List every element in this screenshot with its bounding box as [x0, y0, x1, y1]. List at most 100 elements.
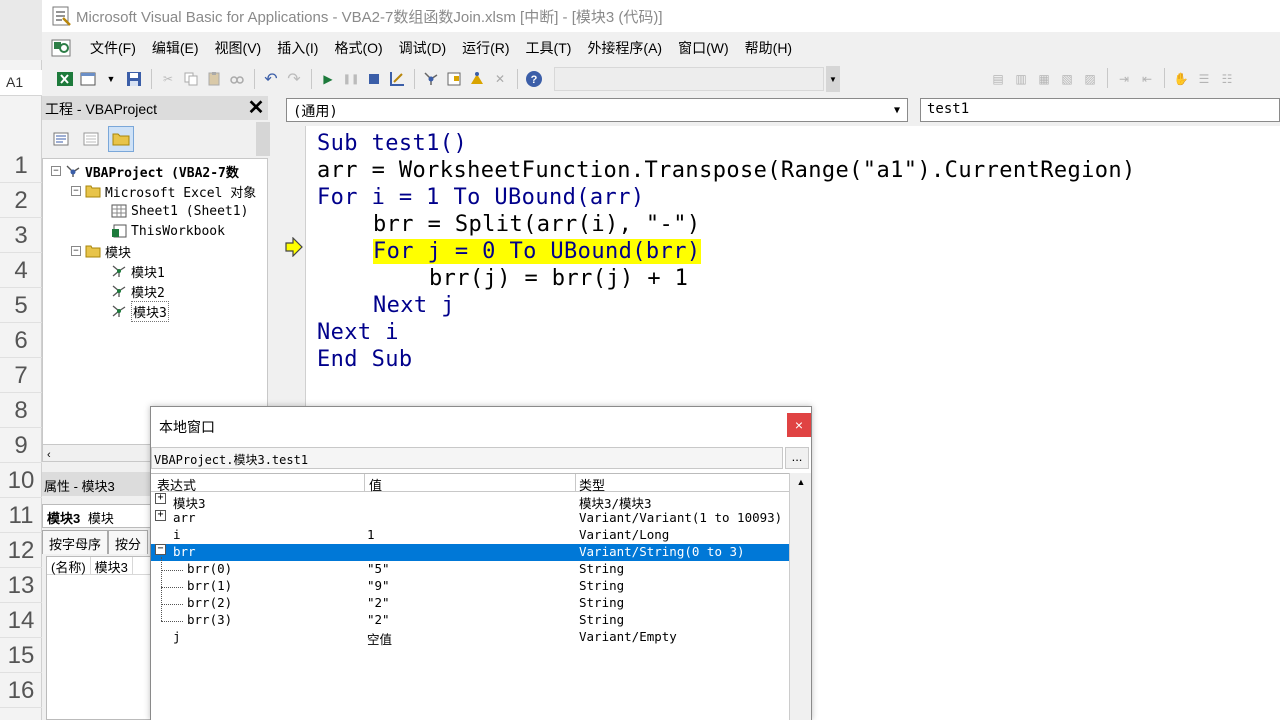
menu-format[interactable]: 格式(O) — [326, 35, 390, 61]
excel-row-number[interactable]: 8 — [0, 393, 42, 428]
excel-row-number[interactable]: 15 — [0, 638, 42, 673]
copy-icon[interactable] — [180, 68, 202, 90]
tab-alphabetic[interactable]: 按字母序 — [42, 530, 109, 554]
menu-debug[interactable]: 调试(D) — [391, 35, 454, 61]
excel-row-number[interactable]: 12 — [0, 533, 42, 568]
list-properties-icon[interactable]: ▤ — [987, 68, 1009, 90]
excel-row-number[interactable]: 16 — [0, 673, 42, 708]
project-explorer-icon[interactable] — [420, 68, 442, 90]
excel-row-number[interactable]: 3 — [0, 218, 42, 253]
procedure-combo[interactable]: test1 — [920, 98, 1280, 122]
code-line[interactable]: brr(j) = brr(j) + 1 — [429, 265, 688, 292]
locals-value[interactable]: "2" — [367, 612, 390, 627]
locals-close-button[interactable]: × — [787, 413, 811, 437]
toolbar-scroll-icon[interactable]: ▼ — [826, 66, 840, 92]
menu-help[interactable]: 帮助(H) — [737, 35, 800, 61]
excel-row-number[interactable]: 13 — [0, 568, 42, 603]
excel-row-number[interactable]: 4 — [0, 253, 42, 288]
menu-window[interactable]: 窗口(W) — [670, 35, 737, 61]
break-icon[interactable]: ❚❚ — [340, 68, 362, 90]
locals-row[interactable]: + arr Variant/Variant(1 to 10093) — [151, 510, 789, 527]
view-excel-icon[interactable] — [54, 68, 76, 90]
locals-row[interactable]: + 模块3 模块3/模块3 — [151, 493, 789, 511]
indent-icon[interactable]: ⇥ — [1113, 68, 1135, 90]
menu-insert[interactable]: 插入(I) — [269, 35, 326, 61]
excel-app-icon[interactable] — [50, 37, 74, 59]
column-divider[interactable] — [575, 474, 576, 492]
complete-word-icon[interactable]: ▨ — [1079, 68, 1101, 90]
expand-icon[interactable]: + — [155, 493, 166, 504]
expand-icon[interactable]: + — [155, 510, 166, 521]
tree-collapse-icon[interactable]: − — [51, 166, 61, 176]
undo-icon[interactable]: ↶ — [260, 68, 282, 90]
locals-row[interactable]: brr(1) "9" String — [151, 578, 789, 595]
code-line[interactable]: For i = 1 To UBound(arr) — [317, 184, 645, 211]
menu-edit[interactable]: 编辑(E) — [144, 35, 207, 61]
column-divider[interactable] — [364, 474, 365, 492]
excel-row-number[interactable]: 5 — [0, 288, 42, 323]
tree-node-sheet1[interactable]: Sheet1 (Sheet1) — [111, 201, 248, 221]
collapse-icon[interactable]: − — [155, 544, 166, 555]
design-mode-icon[interactable] — [386, 68, 408, 90]
tab-categorized[interactable]: 按分 — [108, 530, 149, 554]
project-pane-scrollbar[interactable] — [256, 122, 270, 156]
tree-node-module3[interactable]: 模块3 — [111, 300, 169, 322]
code-line[interactable]: Sub test1() — [317, 130, 467, 157]
find-icon[interactable] — [226, 68, 248, 90]
locals-row[interactable]: i 1 Variant/Long — [151, 527, 789, 544]
excel-row-number[interactable]: 10 — [0, 463, 42, 498]
menu-run[interactable]: 运行(R) — [454, 35, 517, 61]
tree-node-module2[interactable]: 模块2 — [111, 281, 165, 301]
locals-row[interactable]: j 空值 Variant/Empty — [151, 629, 789, 648]
menu-view[interactable]: 视图(V) — [207, 35, 270, 61]
locals-scrollbar[interactable]: ▲ — [789, 473, 811, 720]
insert-module-icon[interactable] — [77, 68, 99, 90]
scroll-left-icon[interactable]: ‹ — [43, 449, 51, 461]
tree-node-thisworkbook[interactable]: ThisWorkbook — [111, 221, 225, 241]
excel-row-number[interactable]: 9 — [0, 428, 42, 463]
view-code-icon[interactable] — [48, 126, 74, 152]
dropdown-arrow-icon[interactable]: ▼ — [100, 68, 122, 90]
save-icon[interactable] — [123, 68, 145, 90]
call-stack-button[interactable]: ... — [785, 447, 809, 469]
list-constants-icon[interactable]: ▥ — [1010, 68, 1032, 90]
menu-file[interactable]: 文件(F) — [82, 35, 144, 61]
code-line[interactable]: Next i — [317, 319, 399, 346]
property-value[interactable]: 模块3 — [91, 557, 133, 575]
locals-value[interactable]: "9" — [367, 578, 390, 593]
quick-info-icon[interactable]: ▦ — [1033, 68, 1055, 90]
code-line[interactable]: brr = Split(arr(i), "-") — [373, 211, 700, 238]
redo-icon[interactable]: ↷ — [283, 68, 305, 90]
excel-row-number[interactable]: 2 — [0, 183, 42, 218]
locals-row[interactable]: brr(0) "5" String — [151, 561, 789, 578]
properties-window-icon[interactable] — [443, 68, 465, 90]
menu-tools[interactable]: 工具(T) — [518, 35, 580, 61]
locals-value[interactable]: "2" — [367, 595, 390, 610]
locals-row[interactable]: brr(3) "2" String — [151, 612, 789, 629]
reset-icon[interactable] — [363, 68, 385, 90]
scroll-up-icon[interactable]: ▲ — [790, 477, 812, 491]
locals-value[interactable]: 空值 — [367, 629, 392, 648]
paste-icon[interactable] — [203, 68, 225, 90]
comment-block-icon[interactable]: ☰ — [1193, 68, 1215, 90]
toggle-breakpoint-icon[interactable]: ✋ — [1170, 68, 1192, 90]
outdent-icon[interactable]: ⇤ — [1136, 68, 1158, 90]
project-pane-close-button[interactable]: ✕ — [244, 96, 268, 120]
locals-value[interactable]: 1 — [367, 527, 375, 542]
view-object-icon[interactable] — [78, 126, 104, 152]
code-line[interactable]: For j = 0 To UBound(brr) — [373, 238, 701, 265]
tree-node-modules[interactable]: − 模块 — [71, 241, 131, 261]
uncomment-block-icon[interactable]: ☷ — [1216, 68, 1238, 90]
parameter-info-icon[interactable]: ▧ — [1056, 68, 1078, 90]
excel-row-number[interactable]: 14 — [0, 603, 42, 638]
run-icon[interactable]: ▶ — [317, 68, 339, 90]
object-combo[interactable]: (通用) ▼ — [286, 98, 908, 122]
object-browser-icon[interactable] — [466, 68, 488, 90]
cut-icon[interactable]: ✂ — [157, 68, 179, 90]
locals-value[interactable]: "5" — [367, 561, 390, 576]
toggle-folders-icon[interactable] — [108, 126, 134, 152]
excel-name-box[interactable]: A1 — [0, 70, 42, 96]
help-icon[interactable]: ? — [523, 68, 545, 90]
menu-addins[interactable]: 外接程序(A) — [579, 35, 670, 61]
locals-row[interactable]: − brr Variant/String(0 to 3) — [151, 544, 789, 561]
